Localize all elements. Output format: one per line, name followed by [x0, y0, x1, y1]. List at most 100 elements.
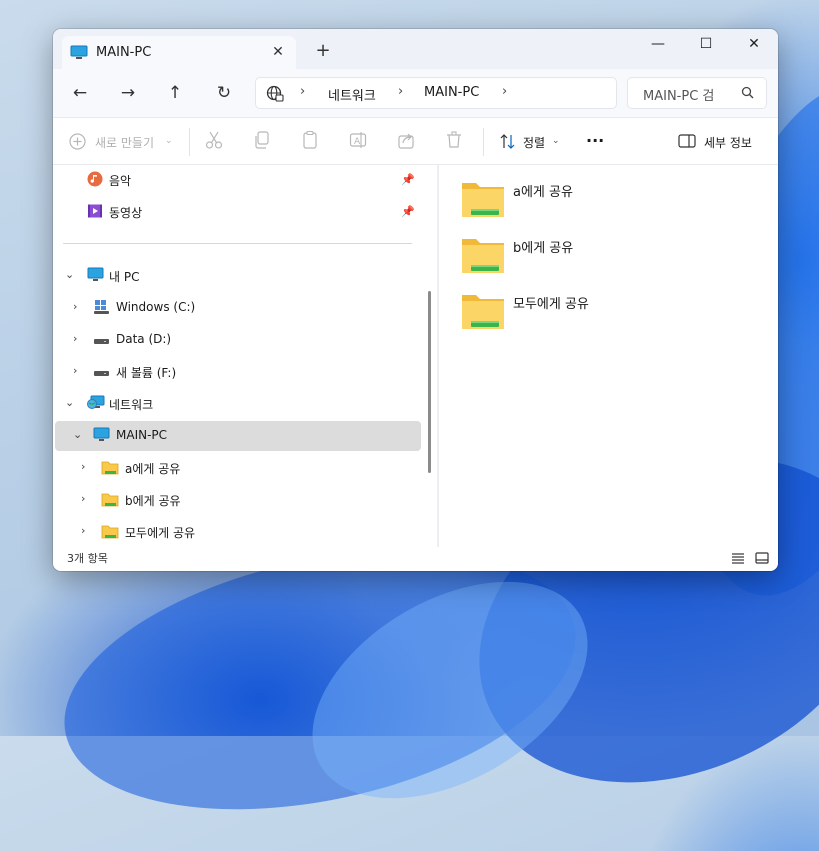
drive-icon [93, 363, 109, 382]
command-bar: 새로 만들기 ⌄ A 정렬 ⌄ ··· 세부 정보 [53, 117, 778, 165]
chevron-right-icon[interactable]: › [81, 492, 85, 505]
status-bar: 3개 항목 [53, 547, 778, 571]
video-icon [87, 203, 103, 222]
search-icon [741, 86, 754, 102]
shared-folder-icon [101, 459, 119, 478]
tab-close-button[interactable]: ✕ [268, 42, 288, 62]
sidebar-item-share-all[interactable]: › 모두에게 공유 [55, 517, 421, 547]
breadcrumb-main-pc[interactable]: MAIN-PC [424, 85, 479, 100]
chevron-down-icon[interactable]: ⌄ [65, 396, 74, 409]
maximize-button[interactable]: ☐ [682, 29, 730, 61]
address-bar[interactable]: › 네트워크 › MAIN-PC › [255, 77, 617, 109]
navigation-bar: ← → ↑ ↻ › 네트워크 › MAIN-PC › MAIN-PC 검 [53, 69, 778, 117]
details-pane-icon [678, 134, 696, 151]
breadcrumb-chevron-icon[interactable]: › [502, 84, 507, 99]
chevron-right-icon[interactable]: › [81, 524, 85, 537]
details-pane-button[interactable]: 세부 정보 [678, 130, 758, 154]
folder-item-share-b[interactable]: b에게 공유 [461, 233, 661, 285]
tiles-view-button[interactable] [755, 551, 771, 567]
sort-button[interactable]: 정렬 ⌄ [499, 130, 563, 154]
chevron-down-icon: ⌄ [165, 136, 173, 146]
navigation-pane-scrollbar[interactable] [428, 291, 431, 473]
trash-icon [447, 131, 461, 148]
sidebar-item-share-a[interactable]: › a에게 공유 [55, 453, 421, 483]
sidebar-item-label: 동영상 [109, 206, 143, 220]
sidebar-divider [63, 243, 412, 244]
search-box[interactable]: MAIN-PC 검 [627, 77, 767, 109]
breadcrumb-chevron-icon[interactable]: › [398, 84, 403, 99]
folder-name: a에게 공유 [513, 185, 573, 200]
new-label: 새로 만들기 [95, 136, 155, 150]
sidebar-item-label: 새 볼륨 (F:) [116, 366, 177, 380]
network-globe-icon [266, 85, 284, 106]
shared-folder-icon [461, 177, 505, 222]
clipboard-icon [303, 130, 317, 149]
shared-folder-icon [101, 491, 119, 510]
breadcrumb-network[interactable]: 네트워크 [328, 85, 376, 104]
chevron-down-icon: ⌄ [552, 136, 560, 146]
folder-name: b에게 공유 [513, 241, 574, 256]
back-button[interactable]: ← [64, 79, 96, 107]
details-view-button[interactable] [731, 551, 747, 567]
chevron-right-icon[interactable]: › [73, 300, 77, 313]
shared-folder-icon [461, 233, 505, 278]
breadcrumb-chevron-icon[interactable]: › [300, 84, 305, 99]
sidebar-item-videos[interactable]: 동영상 📌 [55, 197, 421, 227]
shared-folder-icon [461, 289, 505, 334]
delete-button[interactable] [445, 130, 467, 154]
pin-icon[interactable]: 📌 [401, 205, 415, 218]
rename-button[interactable]: A [349, 130, 371, 154]
navigation-pane: 음악 📌 동영상 📌 ⌄ 내 PC › Windows (C:) › Data … [53, 165, 427, 547]
drive-icon [93, 331, 109, 350]
sidebar-item-drive-c[interactable]: › Windows (C:) [55, 293, 421, 323]
sidebar-item-share-b[interactable]: › b에게 공유 [55, 485, 421, 515]
tiles-view-icon [755, 552, 769, 564]
chevron-down-icon[interactable]: ⌄ [73, 428, 82, 441]
music-icon [87, 171, 103, 190]
sidebar-item-drive-d[interactable]: › Data (D:) [55, 325, 421, 355]
sort-arrows-icon [499, 133, 517, 153]
chevron-right-icon[interactable]: › [73, 332, 77, 345]
sidebar-item-label: 음악 [109, 174, 132, 188]
sidebar-item-main-pc[interactable]: ⌄ MAIN-PC [55, 421, 421, 451]
minimize-button[interactable]: — [634, 29, 682, 61]
tab-main-pc[interactable]: MAIN-PC ✕ [62, 36, 296, 69]
shared-folder-icon [101, 523, 119, 542]
sidebar-item-network[interactable]: ⌄ 네트워크 [55, 389, 421, 419]
search-input[interactable]: MAIN-PC 검 [643, 85, 714, 104]
forward-button[interactable]: → [112, 79, 144, 107]
monitor-icon [70, 45, 88, 64]
sidebar-item-drive-f[interactable]: › 새 볼륨 (F:) [55, 357, 421, 387]
list-view-icon [732, 553, 744, 564]
new-tab-button[interactable]: + [313, 41, 333, 61]
up-button[interactable]: ↑ [159, 79, 191, 107]
more-options-icon: ··· [586, 131, 605, 150]
paste-button[interactable] [301, 130, 323, 154]
folder-item-share-a[interactable]: a에게 공유 [461, 177, 661, 229]
chevron-down-icon[interactable]: ⌄ [65, 268, 74, 281]
close-window-button[interactable]: ✕ [730, 29, 778, 61]
chevron-right-icon[interactable]: › [81, 460, 85, 473]
cut-button[interactable] [205, 130, 227, 154]
sort-label: 정렬 [523, 136, 546, 150]
monitor-icon [87, 267, 104, 286]
refresh-button[interactable]: ↻ [208, 79, 240, 107]
plus-circle-icon [69, 133, 86, 153]
chevron-right-icon[interactable]: › [73, 364, 77, 377]
folder-item-share-all[interactable]: 모두에게 공유 [461, 289, 661, 341]
share-button[interactable] [397, 130, 419, 154]
sidebar-item-this-pc[interactable]: ⌄ 내 PC [55, 261, 421, 291]
copy-button[interactable] [253, 130, 275, 154]
rename-icon: A [349, 132, 367, 148]
sidebar-item-label: Windows (C:) [116, 300, 196, 314]
sidebar-item-music[interactable]: 음악 📌 [55, 165, 421, 195]
sidebar-item-label: b에게 공유 [125, 494, 181, 508]
more-options-button[interactable]: ··· [584, 130, 608, 154]
share-icon [398, 133, 414, 149]
new-button[interactable]: 새로 만들기 ⌄ [69, 130, 175, 154]
details-label: 세부 정보 [704, 136, 752, 150]
tab-title: MAIN-PC [96, 45, 152, 60]
pin-icon[interactable]: 📌 [401, 173, 415, 186]
sidebar-item-label: a에게 공유 [125, 462, 181, 476]
sidebar-item-label: 모두에게 공유 [125, 526, 196, 540]
